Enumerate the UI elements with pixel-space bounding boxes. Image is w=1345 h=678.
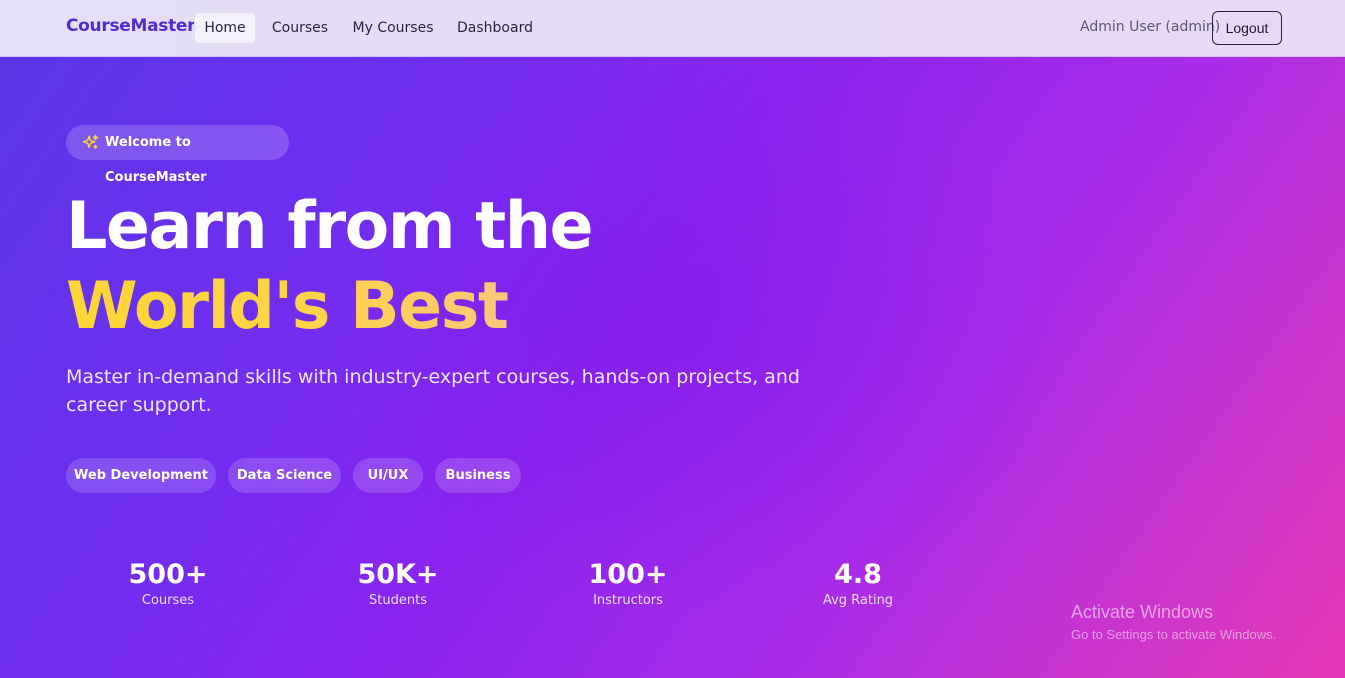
hero-subtitle: Master in-demand skills with industry-ex… — [66, 366, 800, 416]
stat-value: 4.8 — [834, 559, 882, 590]
sparkles-icon — [82, 134, 99, 149]
tag-data-science[interactable]: Data Science — [228, 458, 341, 493]
stat-value: 50K+ — [357, 559, 439, 590]
stat-instructors: 100+ Instructors — [548, 559, 708, 608]
stat-students: 50K+ Students — [318, 559, 478, 608]
top-navbar: CourseMaster Home Courses My Courses Das… — [0, 0, 1345, 57]
brand-logo[interactable]: CourseMaster — [66, 16, 196, 36]
stat-courses: 500+ Courses — [88, 559, 248, 608]
nav-courses[interactable]: Courses — [266, 12, 334, 44]
welcome-badge-label: Welcome to CourseMaster — [105, 135, 207, 185]
tag-business[interactable]: Business — [435, 458, 521, 493]
stat-avg-rating: 4.8 Avg Rating — [778, 559, 938, 608]
stat-label: Courses — [141, 593, 195, 608]
nav-dashboard[interactable]: Dashboard — [452, 12, 538, 44]
logout-button[interactable]: Logout — [1212, 11, 1282, 45]
stat-label: Avg Rating — [822, 593, 894, 608]
activate-windows-title: Activate Windows — [1071, 602, 1214, 622]
hero-section: Welcome to CourseMaster Learn from the W… — [0, 57, 1345, 678]
nav-my-courses[interactable]: My Courses — [348, 12, 438, 44]
stat-value: 500+ — [128, 559, 208, 590]
nav-home[interactable]: Home — [194, 12, 256, 44]
welcome-badge: Welcome to CourseMaster — [66, 125, 289, 185]
stat-label: Students — [369, 593, 427, 608]
stat-label: Instructors — [593, 593, 663, 608]
tag-web-development[interactable]: Web Development — [66, 458, 216, 493]
current-user-label: Admin User (admin) — [1080, 19, 1221, 35]
stat-value: 100+ — [588, 559, 668, 590]
activate-windows-subtitle: Go to Settings to activate Windows. — [1071, 627, 1277, 642]
tag-ui-ux[interactable]: UI/UX — [353, 458, 423, 493]
hero-headline-line1: Learn from the — [66, 189, 594, 264]
hero-headline-line2: World's Best — [66, 269, 509, 344]
